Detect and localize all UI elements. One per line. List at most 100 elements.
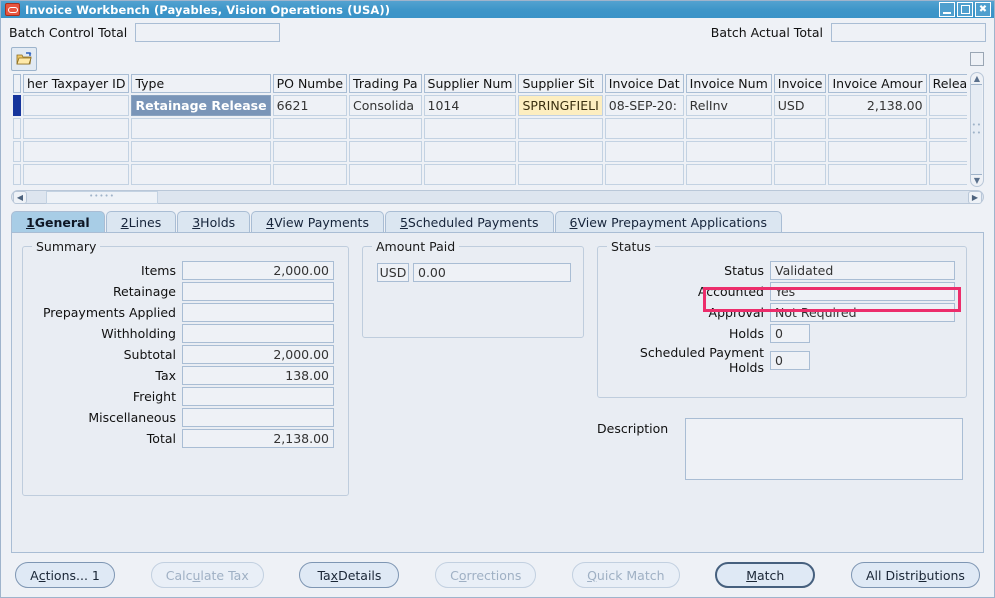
holds-value[interactable]: 0 [770,324,810,343]
table-row[interactable] [13,164,967,185]
cell-empty[interactable] [518,141,603,162]
triangle-up-icon[interactable]: ▲ [971,74,982,83]
maximize-button[interactable] [957,2,973,17]
withholding-value[interactable] [182,324,334,343]
triangle-right-icon[interactable]: ▶ [968,190,982,204]
col-po-number[interactable]: PO Numbe [272,74,348,93]
actions-button[interactable]: Ac tions... 1 [15,562,115,588]
triangle-left-icon[interactable]: ◀ [13,190,27,204]
all-distributions-button[interactable]: All Distri b utions [850,562,980,588]
cell-empty[interactable] [518,164,603,185]
subtotal-value[interactable]: 2,000.00 [182,345,334,364]
amount-paid-currency[interactable]: USD [377,263,409,282]
cell-empty[interactable] [131,164,271,185]
cell-empty[interactable] [423,141,517,162]
cell-empty[interactable] [272,118,348,139]
col-invoice-date[interactable]: Invoice Dat [604,74,684,93]
tab-view-payments[interactable]: 4 View Payments [251,211,384,232]
row-indicator[interactable] [13,141,21,162]
cell-empty[interactable] [423,164,517,185]
tax-details-button[interactable]: Ta x Details [299,562,400,588]
cell-empty[interactable] [773,141,827,162]
cell-trading-partner[interactable]: Consolida [349,95,422,116]
table-row[interactable] [13,141,967,162]
tab-lines[interactable]: 2 Lines [105,211,177,232]
col-type[interactable]: Type [131,74,271,93]
description-input[interactable] [685,418,963,480]
vertical-scroll-track[interactable]: •• •• [971,84,983,175]
items-value[interactable]: 2,000.00 [182,261,334,280]
amount-paid-value[interactable]: 0.00 [413,263,571,282]
cell-invoice-num[interactable]: RelInv [685,95,772,116]
cell-empty[interactable] [23,118,130,139]
tab-general[interactable]: 1 General [11,211,105,232]
cell-empty[interactable] [349,118,422,139]
cell-empty[interactable] [518,118,603,139]
cell-invoice-currency[interactable]: USD [773,95,827,116]
tab-holds[interactable]: 3 Holds [177,211,251,232]
cell-empty[interactable] [685,118,772,139]
cell-supplier-num[interactable]: 1014 [423,95,517,116]
cell-empty[interactable] [349,141,422,162]
cell-empty[interactable] [349,164,422,185]
batch-actual-total-input[interactable] [831,22,986,42]
cell-empty[interactable] [272,141,348,162]
corrections-button[interactable]: Co rrections [435,562,537,588]
col-supplier-site[interactable]: Supplier Sit [518,74,603,93]
cell-empty[interactable] [773,164,827,185]
cell-empty[interactable] [272,164,348,185]
open-folder-icon[interactable] [11,47,37,71]
cell-empty[interactable] [604,141,684,162]
cell-empty[interactable] [928,141,967,162]
calculate-tax-button[interactable]: Calc u late Tax [150,562,264,588]
miscellaneous-value[interactable] [182,408,334,427]
cell-invoice-amount[interactable]: 2,138.00 [828,95,927,116]
col-release-amount[interactable]: Release Amo [928,74,967,93]
tax-value[interactable]: 138.00 [182,366,334,385]
approval-value[interactable]: Not Required [770,303,955,322]
cell-empty[interactable] [828,118,927,139]
freight-value[interactable] [182,387,334,406]
prepayments-applied-value[interactable] [182,303,334,322]
match-button[interactable]: Match [715,562,816,588]
grid-vertical-scrollbar[interactable]: ▲ •• •• ▼ [969,72,984,187]
tab-view-prepayment-applications[interactable]: 6 View Prepayment Applications [554,211,782,232]
table-row[interactable]: Retainage Release 6621 Consolida 1014 SP… [13,95,967,116]
cell-empty[interactable] [828,164,927,185]
table-row[interactable] [13,118,967,139]
cell-po-number[interactable]: 6621 [272,95,348,116]
close-icon[interactable]: ✖ [975,2,991,17]
cell-empty[interactable] [23,141,130,162]
cell-empty[interactable] [685,164,772,185]
scheduled-payment-holds-value[interactable]: 0 [770,350,810,370]
horizontal-scroll-thumb[interactable]: ••••• [46,190,158,204]
toolbar-checkbox[interactable] [970,52,984,66]
col-trading-partner[interactable]: Trading Pa [349,74,422,93]
cell-empty[interactable] [604,164,684,185]
cell-release-amount[interactable] [928,95,967,116]
cell-supplier-site[interactable]: SPRINGFIELI [518,95,603,116]
cell-empty[interactable] [928,164,967,185]
cell-empty[interactable] [828,141,927,162]
cell-empty[interactable] [131,118,271,139]
cell-empty[interactable] [773,118,827,139]
col-invoice-num[interactable]: Invoice Num [685,74,772,93]
retainage-value[interactable] [182,282,334,301]
total-value[interactable]: 2,138.00 [182,429,334,448]
row-indicator[interactable] [13,95,21,116]
cell-empty[interactable] [423,118,517,139]
col-invoice-currency[interactable]: Invoice [773,74,827,93]
row-indicator[interactable] [13,118,21,139]
cell-invoice-date[interactable]: 08-SEP-20: [604,95,684,116]
cell-empty[interactable] [928,118,967,139]
cell-empty[interactable] [131,141,271,162]
cell-taxpayer-id[interactable] [23,95,130,116]
cell-type[interactable]: Retainage Release [131,95,271,116]
status-value[interactable]: Validated [770,261,955,280]
cell-empty[interactable] [685,141,772,162]
grid-horizontal-scrollbar[interactable]: ◀ ••••• ▶ [11,190,984,204]
col-taxpayer-id[interactable]: her Taxpayer ID [23,74,130,93]
row-indicator[interactable] [13,164,21,185]
triangle-down-icon[interactable]: ▼ [971,176,982,185]
accounted-value[interactable]: Yes [770,282,955,301]
